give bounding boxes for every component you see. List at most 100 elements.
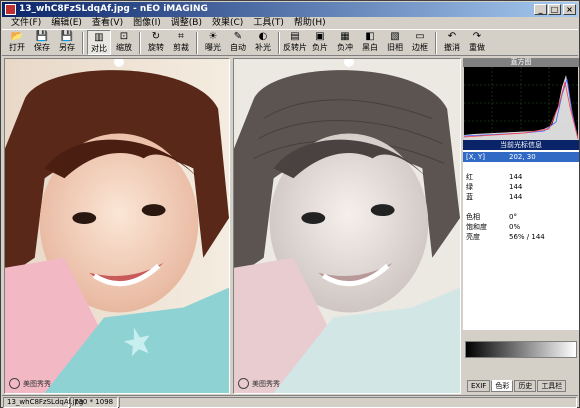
toolbar-save-button[interactable]: 💾 保存 [30, 30, 54, 55]
toolbar-undo-button[interactable]: ↶ 撤消 [440, 30, 464, 55]
toolbar-separator [82, 32, 84, 54]
info-row [463, 162, 579, 172]
info-key: 绿 [466, 183, 473, 191]
info-row: 蓝 144 [463, 192, 579, 202]
toolbar-label: 负片 [312, 43, 328, 52]
toolbar-separator [139, 32, 141, 54]
status-filename: 13_whC8FzSLdqAf.jpg [3, 397, 83, 408]
menu-file[interactable]: 文件(F) [6, 17, 46, 29]
save-icon: 💾 [35, 31, 49, 42]
toolbar-label: 重做 [469, 43, 485, 52]
cursor-info-title: 当前光标信息 [463, 140, 579, 150]
toolbar-old-photo-button[interactable]: ▧ 旧相 [383, 30, 407, 55]
panel-tab[interactable]: EXIF [467, 380, 491, 392]
status-empty [119, 397, 577, 408]
toolbar-label: 反转片 [283, 43, 307, 52]
info-value: 0° [509, 213, 517, 221]
cross-process-icon: ▦ [340, 31, 350, 42]
toolbar-label: 自动 [230, 43, 246, 52]
menu-image[interactable]: 图像(I) [128, 17, 166, 29]
toolbar-exposure-button[interactable]: ☀ 曝光 [201, 30, 225, 55]
menu-tools[interactable]: 工具(T) [248, 17, 289, 29]
toolbar-label: 打开 [9, 43, 25, 52]
cursor-info-table: [X, Y] 202, 30 红 144 绿 144 蓝 144 色相 0° 饱和度 0% 亮度 56% … [463, 150, 579, 330]
info-row: 亮度 56% / 144 [463, 232, 579, 242]
info-row [463, 202, 579, 212]
info-value: 56% / 144 [509, 233, 545, 241]
info-row: 绿 144 [463, 182, 579, 192]
histogram-title: 直方图 [463, 58, 579, 67]
panel-tab[interactable]: 工具栏 [537, 380, 567, 392]
toolbar-open-folder-button[interactable]: 📂 打开 [5, 30, 29, 55]
menu-effects[interactable]: 效果(C) [207, 17, 248, 29]
toolbar-label: 撤消 [444, 43, 460, 52]
toolbar-redo-button[interactable]: ↷ 重做 [465, 30, 489, 55]
redo-icon: ↷ [472, 31, 482, 42]
save-as-icon: 💾 [60, 31, 74, 42]
window-title: 13_whC8FzSLdqAf.jpg - nEO iMAGING [19, 4, 208, 14]
toolbar-frame-button[interactable]: ▭ 边框 [408, 30, 432, 55]
menu-help[interactable]: 帮助(H) [289, 17, 331, 29]
panel-tab[interactable]: 色彩 [491, 380, 514, 392]
info-value: 144 [509, 173, 523, 181]
info-key: 蓝 [466, 193, 473, 201]
toolbar-separator [435, 32, 437, 54]
info-key: 红 [466, 173, 473, 181]
info-key: 亮度 [466, 233, 480, 241]
info-panel: 直方图 当前光标信息 [X, Y] 202, 30 红 144 绿 144 蓝 144 色相 0°… [463, 58, 579, 394]
toolbar-label: 负冲 [337, 43, 353, 52]
toolbar-zoom-button[interactable]: ⊡ 缩放 [112, 30, 136, 55]
close-button[interactable]: × [563, 4, 576, 15]
toolbar-label: 旋转 [148, 43, 164, 52]
info-row: 色相 0° [463, 212, 579, 222]
black-white-icon: ◧ [365, 31, 375, 42]
toolbar-label: 边框 [412, 43, 428, 52]
toolbar-label: 剪裁 [173, 43, 189, 52]
minimize-button[interactable]: _ [534, 4, 547, 15]
fill-light-icon: ◐ [258, 31, 268, 42]
info-value: 202, 30 [509, 153, 536, 161]
original-image-pane[interactable]: 美图秀秀 [4, 58, 230, 394]
toolbar-auto-button[interactable]: ✎ 自动 [226, 30, 250, 55]
watermark: 美图秀秀 [9, 378, 51, 389]
zoom-icon: ⊡ [119, 31, 129, 42]
negative-icon: ▣ [315, 31, 325, 42]
toolbar-crop-button[interactable]: ⌗ 剪裁 [169, 30, 193, 55]
toolbar-label: 另存 [59, 43, 75, 52]
toolbar-compare-button[interactable]: ▥ 对比 [87, 30, 111, 55]
toolbar-rotate-button[interactable]: ↻ 旋转 [144, 30, 168, 55]
watermark-logo-icon [9, 378, 20, 389]
status-bar: 13_whC8FzSLdqAf.jpg 730 * 1098 [2, 395, 578, 408]
toolbar-label: 缩放 [116, 43, 132, 52]
toolbar-negative-button[interactable]: ▣ 负片 [308, 30, 332, 55]
frame-icon: ▭ [415, 31, 425, 42]
title-bar[interactable]: 13_whC8FzSLdqAf.jpg - nEO iMAGING _ □ × [2, 2, 578, 17]
app-icon [5, 4, 16, 15]
toolbar-save-as-button[interactable]: 💾 另存 [55, 30, 79, 55]
watermark-logo-icon [238, 378, 249, 389]
toolbar-fill-light-button[interactable]: ◐ 补光 [251, 30, 275, 55]
info-row: [X, Y] 202, 30 [463, 152, 579, 162]
info-value: 0% [509, 223, 521, 231]
info-value: 144 [509, 193, 523, 201]
toolbar-reversal-film-button[interactable]: ▤ 反转片 [283, 30, 307, 55]
processed-image-pane[interactable]: 美图秀秀 [233, 58, 461, 394]
panel-tab[interactable]: 历史 [514, 380, 537, 392]
info-key: [X, Y] [466, 153, 485, 161]
app-window: 13_whC8FzSLdqAf.jpg - nEO iMAGING _ □ × … [0, 0, 580, 408]
maximize-button[interactable]: □ [548, 4, 561, 15]
menu-edit[interactable]: 编辑(E) [46, 17, 87, 29]
processed-photo [234, 59, 460, 393]
toolbar-separator [196, 32, 198, 54]
undo-icon: ↶ [447, 31, 457, 42]
compare-icon: ▥ [94, 32, 104, 43]
toolbar-label: 黑白 [362, 43, 378, 52]
status-dimensions: 730 * 1098 [70, 397, 118, 408]
watermark: 美图秀秀 [238, 378, 280, 389]
menu-adjust[interactable]: 调整(B) [166, 17, 207, 29]
toolbar-cross-process-button[interactable]: ▦ 负冲 [333, 30, 357, 55]
toolbar-black-white-button[interactable]: ◧ 黑白 [358, 30, 382, 55]
toolbar-label: 保存 [34, 43, 50, 52]
toolbar-label: 补光 [255, 43, 271, 52]
menu-view[interactable]: 查看(V) [87, 17, 128, 29]
